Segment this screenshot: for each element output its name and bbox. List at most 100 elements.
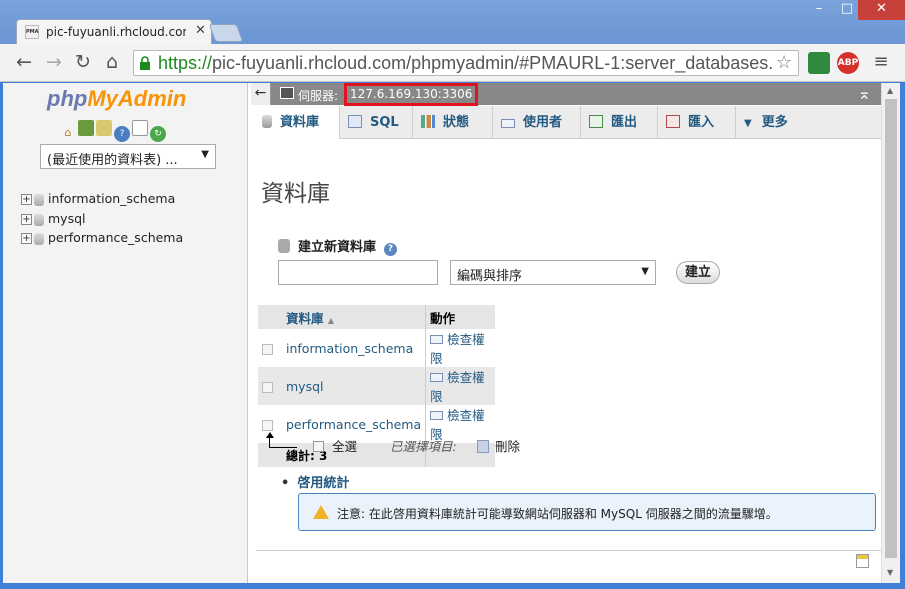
navigation-sidebar: phpMyAdmin ⌂? ↻ (最近使用的資料表) ... ▼ + informat… <box>3 83 248 583</box>
tab-users[interactable]: 使用者 <box>493 106 581 139</box>
create-button[interactable]: 建立 <box>676 261 720 284</box>
new-database-icon <box>278 239 290 253</box>
home-icon[interactable]: ⌂ <box>60 125 76 141</box>
import-icon <box>666 115 680 128</box>
tab-databases[interactable]: 資料庫 <box>254 106 340 139</box>
row-checkbox[interactable] <box>262 419 273 431</box>
tab-more[interactable]: ▼ 更多 <box>736 106 881 139</box>
row-checkbox[interactable] <box>262 381 273 393</box>
main-content: ← 伺服器: 127.6.169.130:3306 ⌅ 資料庫 SQL 狀態 使… <box>251 83 881 583</box>
tab-title: pic-fuyuanli.rhcloud.com <box>46 25 186 39</box>
scroll-down-icon[interactable]: ▼ <box>887 568 893 577</box>
extension-icon[interactable] <box>808 52 830 74</box>
reload-icon[interactable]: ↻ <box>71 52 95 72</box>
delete-button[interactable]: 刪除 <box>477 436 520 455</box>
table-row: information_schema 檢查權限 <box>258 329 495 367</box>
expand-icon[interactable]: + <box>21 214 32 225</box>
select-all-checkbox[interactable] <box>313 441 324 452</box>
query-window-icon[interactable] <box>96 120 112 136</box>
tab-close-icon[interactable]: ✕ <box>195 23 206 38</box>
sort-database-link[interactable]: 資料庫 <box>286 311 324 326</box>
console-icon[interactable] <box>856 554 869 568</box>
abp-icon[interactable]: ABP <box>837 52 859 74</box>
tree-item-label[interactable]: information_schema <box>48 191 175 206</box>
expand-icon[interactable]: + <box>21 194 32 205</box>
reload-nav-icon[interactable]: ↻ <box>150 126 166 142</box>
sidebar-quick-icons: ⌂? ↻ <box>60 120 168 142</box>
server-label: 伺服器: <box>298 89 339 103</box>
tab-sql[interactable]: SQL <box>340 106 413 139</box>
tab-export[interactable]: 匯出 <box>581 106 658 139</box>
collation-select[interactable]: 編碼與排序 ▼ <box>450 260 656 285</box>
sort-asc-icon: ▲ <box>327 315 335 325</box>
delete-icon <box>477 440 489 453</box>
tab-strip: PMA pic-fuyuanli.rhcloud.com ✕ – □ ✕ <box>0 0 905 44</box>
browser-tab[interactable]: PMA pic-fuyuanli.rhcloud.com ✕ <box>16 19 212 44</box>
close-window-button[interactable]: ✕ <box>858 0 905 20</box>
page-title: 資料庫 <box>261 181 330 207</box>
database-icon <box>262 115 272 128</box>
server-breadcrumb: ← 伺服器: 127.6.169.130:3306 ⌅ <box>251 83 881 106</box>
browser-toolbar: ← → ↻ ⌂ https://pic-fuyuanli.rhcloud.com… <box>0 44 905 82</box>
server-icon <box>280 87 294 99</box>
privileges-icon <box>430 335 444 344</box>
database-icon <box>34 232 44 245</box>
url-text: https://pic-fuyuanli.rhcloud.com/phpmyad… <box>158 53 773 73</box>
enable-statistics-link[interactable]: 啓用統計 <box>281 472 349 491</box>
minimize-button[interactable]: – <box>805 0 833 20</box>
back-arrow-icon[interactable]: ← <box>12 52 36 72</box>
database-link[interactable]: mysql <box>286 379 324 394</box>
divider <box>256 550 881 551</box>
new-database-name-input[interactable] <box>278 260 438 285</box>
phpmyadmin-logo[interactable]: phpMyAdmin <box>47 86 186 112</box>
help-icon[interactable]: ? <box>114 126 130 142</box>
row-checkbox[interactable] <box>262 343 273 355</box>
new-tab-button[interactable] <box>208 24 244 42</box>
expand-icon[interactable]: + <box>21 233 32 244</box>
docs-icon[interactable] <box>132 120 148 136</box>
users-icon <box>501 119 515 128</box>
warning-icon <box>313 505 329 519</box>
sql-icon <box>348 115 362 128</box>
database-link[interactable]: performance_schema <box>286 417 421 432</box>
collapse-top-icon[interactable]: ⌅ <box>858 84 871 103</box>
page-viewport: phpMyAdmin ⌂? ↻ (最近使用的資料表) ... ▼ + informat… <box>3 83 900 583</box>
select-all[interactable]: 全選 <box>313 436 357 455</box>
logout-icon[interactable] <box>78 120 94 136</box>
with-selected-label: 已選擇項目: <box>390 439 457 454</box>
status-chart-icon <box>421 115 435 128</box>
maximize-button[interactable]: □ <box>833 0 861 20</box>
database-link[interactable]: information_schema <box>286 341 413 356</box>
menu-icon[interactable]: ≡ <box>870 52 892 74</box>
notice-text: 注意: 在此啓用資料庫統計可能導致網站伺服器和 MySQL 伺服器之間的流量驟增… <box>337 507 778 521</box>
notice-box: 注意: 在此啓用資料庫統計可能導致網站伺服器和 MySQL 伺服器之間的流量驟增… <box>298 493 876 531</box>
database-icon <box>34 193 44 206</box>
page-scrollbar[interactable]: ▲ ▼ <box>881 83 900 583</box>
tree-item-label[interactable]: performance_schema <box>48 230 183 245</box>
help-icon[interactable]: ? <box>384 243 398 256</box>
chevron-down-icon: ▼ <box>744 118 752 129</box>
star-icon[interactable]: ☆ <box>776 52 792 73</box>
table-row: mysql 檢查權限 <box>258 367 495 405</box>
pma-favicon-icon: PMA <box>25 25 39 39</box>
tree-item-label[interactable]: mysql <box>48 211 86 226</box>
export-icon <box>589 115 603 128</box>
tab-status[interactable]: 狀態 <box>413 106 493 139</box>
privileges-icon <box>430 411 444 420</box>
tree-item[interactable]: + information_schema <box>21 191 175 206</box>
main-tabs: 資料庫 SQL 狀態 使用者 匯出 匯入 ▼ 更多 <box>254 106 881 139</box>
scroll-up-icon[interactable]: ▲ <box>887 86 893 95</box>
home-icon[interactable]: ⌂ <box>100 52 124 72</box>
action-header: 動作 <box>425 305 495 329</box>
forward-arrow-icon[interactable]: → <box>42 52 66 72</box>
recent-tables-select[interactable]: (最近使用的資料表) ... ▼ <box>40 144 216 169</box>
scrollbar-thumb[interactable] <box>885 99 897 558</box>
collapse-sidebar-icon[interactable]: ← <box>251 83 271 105</box>
chevron-down-icon: ▼ <box>201 149 209 160</box>
server-address[interactable]: 127.6.169.130:3306 <box>344 83 479 106</box>
address-bar[interactable]: https://pic-fuyuanli.rhcloud.com/phpmyad… <box>133 50 799 76</box>
tab-import[interactable]: 匯入 <box>658 106 736 139</box>
privileges-icon <box>430 373 444 382</box>
tree-item[interactable]: + performance_schema <box>21 230 183 245</box>
tree-item[interactable]: + mysql <box>21 211 86 226</box>
